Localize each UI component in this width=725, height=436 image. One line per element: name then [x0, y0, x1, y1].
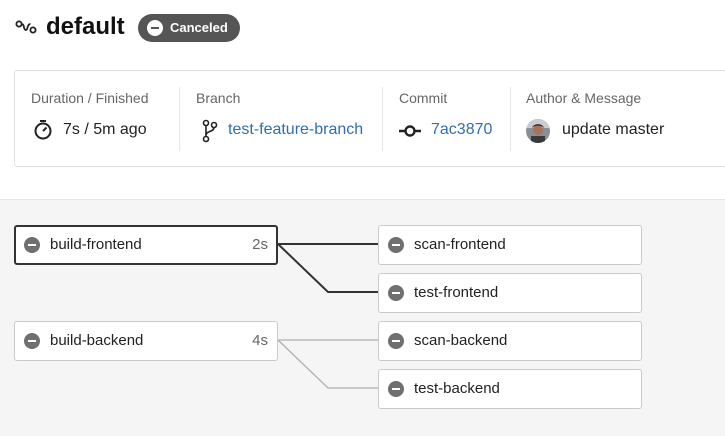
author-label: Author & Message: [526, 90, 642, 106]
run-info-card: Duration / Finished 7s / 5m ago Branch t…: [14, 70, 725, 167]
stage-duration: 2s: [252, 236, 268, 253]
stage-name: test-backend: [414, 380, 500, 397]
canceled-icon: [388, 237, 404, 253]
canceled-icon: [388, 333, 404, 349]
author-message: update master: [562, 121, 665, 138]
stage-name: build-frontend: [50, 236, 142, 253]
status-badge-label: Canceled: [170, 20, 228, 35]
commit-label: Commit: [399, 90, 448, 106]
author-avatar: [526, 119, 550, 143]
section-divider: [179, 87, 180, 151]
connector-frontend: [277, 243, 378, 293]
stage-build-frontend[interactable]: build-frontend 2s: [14, 225, 278, 265]
branch-icon: [202, 119, 218, 143]
section-divider: [382, 87, 383, 151]
branch-link[interactable]: test-feature-branch: [228, 121, 363, 139]
stage-test-backend[interactable]: test-backend: [378, 369, 642, 409]
canceled-icon: [388, 381, 404, 397]
commit-link[interactable]: 7ac3870: [431, 121, 492, 139]
stage-scan-frontend[interactable]: scan-frontend: [378, 225, 642, 265]
canceled-icon: [388, 285, 404, 301]
duration-label: Duration / Finished: [31, 90, 149, 106]
canceled-icon: [24, 333, 40, 349]
stopwatch-icon: [34, 120, 52, 140]
pipeline-graph: build-frontend 2s scan-frontend test-fro…: [0, 199, 725, 436]
commit-icon: [399, 125, 421, 137]
branch-label: Branch: [196, 90, 241, 106]
status-badge: Canceled: [138, 14, 240, 42]
page-title: default: [46, 13, 125, 40]
page-header: default Canceled: [0, 0, 725, 58]
stage-test-frontend[interactable]: test-frontend: [378, 273, 642, 313]
connector-backend: [277, 339, 378, 389]
canceled-icon: [147, 20, 163, 36]
stage-name: test-frontend: [414, 284, 499, 301]
pipeline-icon: [15, 20, 37, 34]
stage-build-backend[interactable]: build-backend 4s: [14, 321, 278, 361]
stage-scan-backend[interactable]: scan-backend: [378, 321, 642, 361]
stage-name: scan-backend: [414, 332, 508, 349]
stage-name: scan-frontend: [414, 236, 506, 253]
section-divider: [510, 87, 511, 151]
stage-duration: 4s: [252, 332, 268, 349]
duration-value: 7s / 5m ago: [63, 121, 147, 138]
stage-name: build-backend: [50, 332, 144, 349]
canceled-icon: [24, 237, 40, 253]
